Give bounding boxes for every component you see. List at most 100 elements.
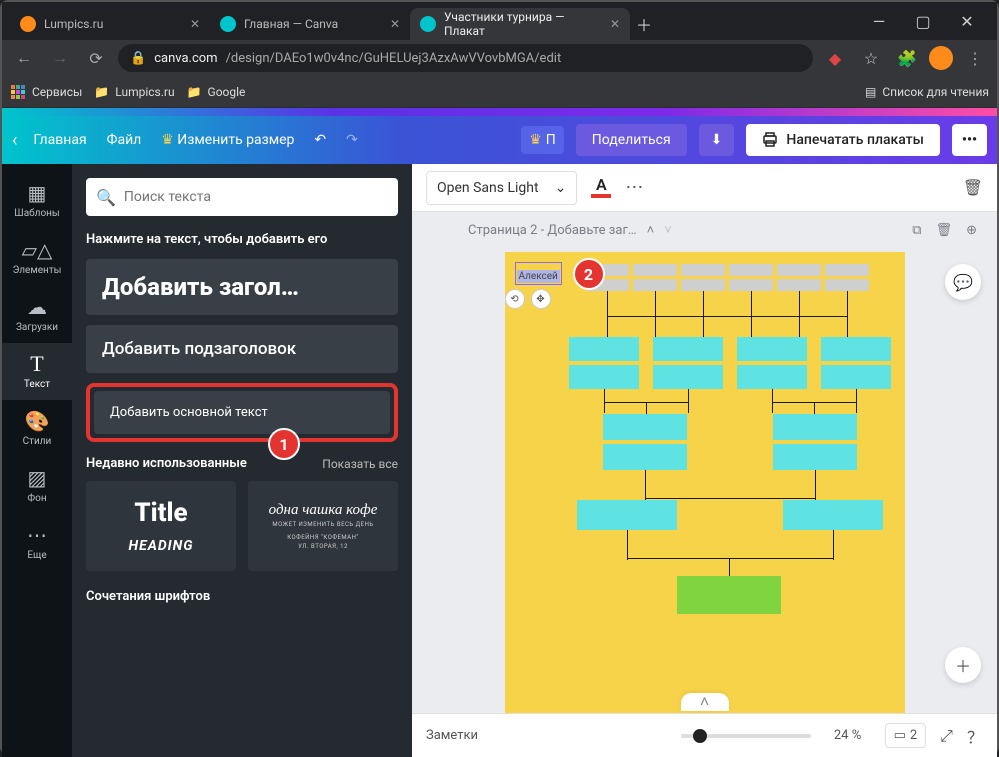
forward-button[interactable]: → [46, 44, 74, 72]
reload-button[interactable]: ⟳ [82, 44, 110, 72]
selected-text-element[interactable]: Алексей ⟲ ✥ 2 [515, 262, 562, 285]
page-down-button[interactable]: ˅ [664, 222, 672, 238]
bookmark-services[interactable]: Сервисы [10, 84, 82, 100]
recent-title: Недавно использованные [86, 456, 247, 471]
canva-accent-strip [2, 108, 997, 116]
browser-titlebar: Lumpics.ru ✕ Главная — Canva ✕ Участники… [2, 2, 997, 40]
search-input[interactable] [124, 189, 388, 205]
add-button[interactable]: ＋ [945, 647, 981, 683]
more-icon: ⋯ [27, 524, 47, 546]
canvas-viewport[interactable]: Алексей ⟲ ✥ 2 💬 ＋ ˄ [412, 248, 997, 713]
zoom-knob[interactable] [693, 729, 707, 743]
canvas-footer: Заметки 24 % ▭ 2 ⤢ ？ [412, 713, 997, 757]
rail-elements[interactable]: ▱△ Элементы [2, 229, 72, 286]
search-box[interactable]: 🔍 [86, 178, 398, 216]
zoom-slider[interactable] [681, 734, 811, 738]
crown-icon: ♛ [161, 132, 174, 148]
rail-uploads[interactable]: ☁ Загрузки [2, 286, 72, 343]
url-input[interactable]: 🔒 canva.com/design/DAEo1w0v4nc/GuHELUej3… [118, 44, 813, 72]
text-icon: T [30, 353, 43, 375]
profile-avatar[interactable] [929, 46, 953, 70]
close-icon[interactable]: ✕ [390, 17, 400, 31]
window-controls: — ▢ ✕ [857, 2, 997, 40]
minimize-button[interactable]: — [857, 5, 901, 37]
bookmark-star-icon[interactable]: ☆ [857, 44, 885, 72]
redo-button[interactable]: ↷ [342, 126, 362, 154]
poster-canvas[interactable]: Алексей ⟲ ✥ 2 [505, 252, 905, 713]
rail-text[interactable]: T Текст [2, 343, 72, 400]
bookmark-google[interactable]: 📁 Google [187, 85, 246, 99]
canvas-toolbar: Open Sans Light ⌄ A ⋯ 🗑 [412, 164, 997, 212]
extension-yandex[interactable]: ◆ [821, 44, 849, 72]
text-value[interactable]: Алексей [517, 270, 560, 283]
premium-button[interactable]: ♛П [521, 126, 564, 154]
new-tab-button[interactable]: ＋ [630, 8, 658, 40]
rail-more[interactable]: ⋯ Еще [2, 514, 72, 571]
rotate-handle[interactable]: ⟲ [505, 289, 525, 309]
home-link[interactable]: Главная [29, 126, 90, 154]
show-all-link[interactable]: Показать все [322, 457, 398, 471]
zoom-value[interactable]: 24 % [825, 728, 871, 743]
back-button[interactable]: ← [10, 44, 38, 72]
list-icon: ▤ [865, 85, 876, 99]
app-body: ▦ Шаблоны ▱△ Элементы ☁ Загрузки T Текст… [2, 164, 997, 757]
undo-button[interactable]: ↶ [310, 126, 330, 154]
comment-button[interactable]: 💬 [945, 264, 981, 300]
print-button[interactable]: Напечатать плакаты [746, 124, 940, 156]
delete-page-button[interactable]: 🗑 [936, 223, 953, 238]
templates-icon: ▦ [28, 182, 47, 204]
expand-pages-button[interactable]: ˄ [681, 693, 729, 711]
text-color-icon: A [596, 177, 607, 193]
close-window-button[interactable]: ✕ [945, 5, 989, 37]
duplicate-page-button[interactable]: ⧉ [912, 223, 921, 238]
page-count-button[interactable]: ▭ 2 [885, 723, 927, 748]
annotation-badge-1: 1 [268, 428, 300, 460]
close-icon[interactable]: ✕ [610, 17, 620, 31]
tab-lumpics[interactable]: Lumpics.ru ✕ [10, 8, 210, 40]
uploads-icon: ☁ [27, 296, 47, 318]
more-menu-button[interactable]: ••• [952, 124, 987, 156]
text-color-button[interactable]: A [591, 177, 611, 198]
maximize-button[interactable]: ▢ [901, 5, 945, 37]
rail-templates[interactable]: ▦ Шаблоны [2, 172, 72, 229]
tab-title: Lumpics.ru [44, 17, 103, 31]
reading-list-button[interactable]: ▤ Список для чтения [865, 85, 989, 99]
tab-canva-design[interactable]: Участники турнира — Плакат ✕ [410, 8, 630, 40]
recent-item-cursive[interactable]: одна чашка кофе МОЖЕТ ИЗМЕНИТЬ ВЕСЬ ДЕНЬ… [248, 481, 398, 571]
move-handle[interactable]: ✥ [531, 289, 551, 309]
add-body-text-button[interactable]: Добавить основной текст [94, 391, 390, 434]
resize-button[interactable]: ♛ Изменить размер [157, 126, 298, 154]
add-heading-button[interactable]: Добавить загол… [86, 259, 398, 315]
page-up-button[interactable]: ˄ [647, 222, 655, 238]
extensions-icon[interactable]: 🧩 [893, 44, 921, 72]
url-path: /design/DAEo1w0v4nc/GuHELUej3AzxAwVVovbM… [226, 51, 562, 66]
folder-icon: 📁 [187, 85, 202, 99]
back-home-button[interactable]: ‹ [12, 130, 17, 151]
notes-button[interactable]: Заметки [426, 728, 478, 743]
print-icon [762, 132, 778, 148]
font-dropdown[interactable]: Open Sans Light ⌄ [426, 171, 577, 205]
browser-menu-button[interactable]: ⋮ [961, 44, 989, 72]
favicon [420, 16, 436, 32]
rail-background[interactable]: ▨ Фон [2, 457, 72, 514]
download-button[interactable]: ⬇ [699, 124, 735, 156]
recent-item-title[interactable]: Title HEADING [86, 481, 236, 571]
tab-canva-home[interactable]: Главная — Canva ✕ [210, 8, 410, 40]
rail-styles[interactable]: 🎨 Стили [2, 400, 72, 457]
share-button[interactable]: Поделиться [576, 124, 687, 156]
add-subheading-button[interactable]: Добавить подзаголовок [86, 325, 398, 373]
toolbar-more-button[interactable]: ⋯ [625, 177, 643, 198]
delete-button[interactable]: 🗑 [963, 178, 983, 197]
panel-collapse-handle[interactable] [400, 434, 412, 482]
lock-icon: 🔒 [130, 51, 146, 66]
add-page-button[interactable]: ⊕ [966, 223, 977, 238]
help-button[interactable]: ？ [967, 724, 983, 748]
address-bar: ← → ⟳ 🔒 canva.com/design/DAEo1w0v4nc/GuH… [2, 40, 997, 76]
fonts-section-title: Сочетания шрифтов [86, 589, 398, 604]
page-title[interactable]: Страница 2 - Добавьте заг… [468, 223, 637, 238]
background-icon: ▨ [28, 467, 47, 489]
file-menu[interactable]: Файл [103, 126, 146, 154]
bookmark-lumpics[interactable]: 📁 Lumpics.ru [94, 85, 174, 99]
close-icon[interactable]: ✕ [190, 17, 200, 31]
fullscreen-button[interactable]: ⤢ [940, 726, 953, 746]
